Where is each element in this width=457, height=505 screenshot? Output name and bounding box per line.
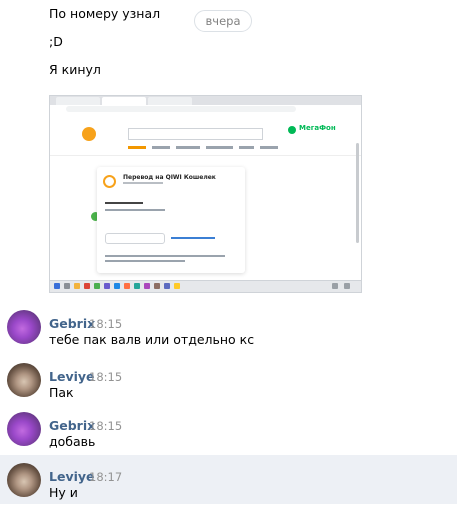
avatar[interactable] — [7, 412, 41, 446]
os-taskbar — [50, 280, 361, 292]
payment-title: Перевод на QIWI Кошелек — [123, 174, 216, 181]
message-text: Ну и — [49, 485, 78, 500]
message-time[interactable]: 18:15 — [89, 317, 122, 331]
megafon-brand: МегаФон — [299, 124, 336, 132]
chat-message: Gebrix 18:15 добавь — [0, 404, 457, 453]
avatar[interactable] — [7, 363, 41, 397]
message-author[interactable]: Leviye — [49, 369, 95, 384]
message-text: По номеру узнал — [49, 6, 161, 21]
site-navigation — [128, 146, 278, 149]
message-time[interactable]: 18:17 — [89, 470, 122, 484]
message-text: добавь — [49, 434, 96, 449]
message-time[interactable]: 18:15 — [89, 419, 122, 433]
message-text: Пак — [49, 385, 74, 400]
date-divider[interactable]: вчера — [194, 10, 252, 32]
megafon-logo-icon — [288, 126, 296, 134]
message-author[interactable]: Leviye — [49, 469, 95, 484]
message-text: ;D — [49, 34, 63, 49]
screenshot-attachment[interactable]: МегаФон Перевод на QIWI Кошелек — [49, 95, 362, 293]
save-favorite-button — [105, 233, 165, 244]
megafon-page: МегаФон Перевод на QIWI Кошелек — [50, 113, 361, 283]
chat-message: Leviye 18:15 Пак — [0, 355, 457, 404]
qiwi-logo-icon — [103, 175, 116, 188]
site-search-field — [128, 128, 263, 140]
avatar[interactable] — [7, 463, 41, 497]
message-text: Я кинул — [49, 62, 101, 77]
message-text: тебе пак валв или отдельно кс — [49, 332, 255, 347]
page-scrollbar — [356, 143, 359, 243]
browser-tab-bar — [50, 96, 361, 105]
chat-message: Leviye 18:17 Ну и — [0, 455, 457, 504]
avatar[interactable] — [7, 310, 41, 344]
payment-card: Перевод на QIWI Кошелек — [97, 167, 245, 273]
site-logo-icon — [82, 127, 96, 141]
message-time[interactable]: 18:15 — [89, 370, 122, 384]
repeat-payment-link — [171, 237, 215, 239]
chat-message: Gebrix 18:15 тебе пак валв или отдельно … — [0, 302, 457, 351]
